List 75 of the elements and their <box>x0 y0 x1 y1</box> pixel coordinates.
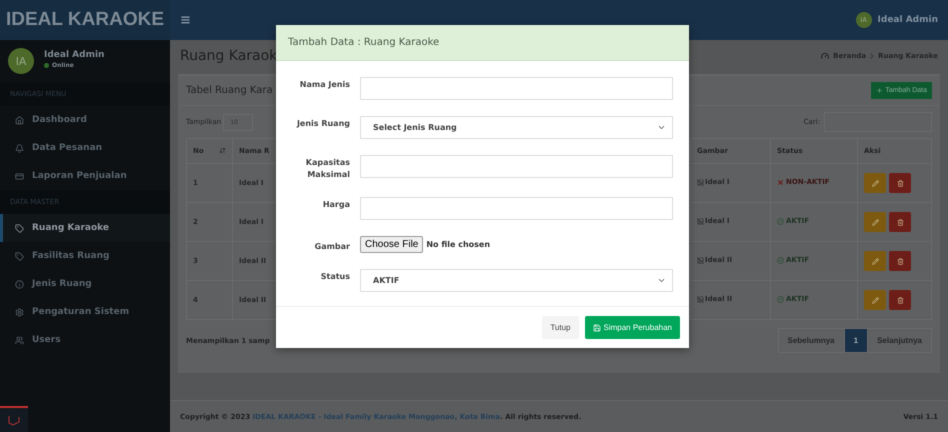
gear-icon <box>15 308 24 316</box>
users-icon <box>15 336 24 344</box>
choose-file-button[interactable]: Choose File <box>360 236 424 253</box>
chevron-right-icon <box>870 53 874 59</box>
modal-title: Tambah Data : Ruang Karaoke <box>288 37 440 48</box>
check-circle-icon <box>777 218 784 225</box>
trash-icon <box>896 180 904 186</box>
save-button[interactable]: Simpan Perubahan <box>584 316 680 339</box>
nav-item[interactable]: Users <box>0 326 170 354</box>
trash-icon <box>896 296 904 304</box>
edit-button[interactable] <box>864 173 886 193</box>
field-label: Status <box>320 271 350 283</box>
delete-button[interactable] <box>889 173 911 193</box>
select-field[interactable]: Select Jenis Ruang <box>360 116 673 139</box>
page-button[interactable]: 1 <box>844 328 868 353</box>
field-label: Nama Jenis <box>298 79 350 91</box>
user-name[interactable]: Ideal Admin <box>878 15 938 25</box>
input-field[interactable] <box>360 155 673 178</box>
broken-image-icon <box>697 256 704 264</box>
nav-item[interactable]: Fasilitas Ruang <box>0 242 170 270</box>
field-label: Jenis Ruang <box>296 118 350 130</box>
trash-icon <box>896 258 904 264</box>
plus-icon <box>876 87 884 94</box>
input-field[interactable] <box>360 197 673 220</box>
delete-button[interactable] <box>889 251 911 271</box>
nav-item[interactable]: Laporan Penjualan <box>0 162 170 190</box>
nav-item[interactable]: Jenis Ruang <box>0 270 170 298</box>
chevron-down-icon <box>657 276 666 285</box>
field-label: Kapasitas Maksimal <box>304 157 350 181</box>
broken-image-icon <box>697 218 704 225</box>
close-button[interactable]: Tutup <box>542 316 578 339</box>
app-logo[interactable] <box>0 406 28 432</box>
trash-icon <box>896 218 904 226</box>
cross-icon <box>777 178 784 186</box>
nav-item[interactable]: Ruang Karaoke <box>0 214 170 242</box>
online-dot-icon <box>44 63 49 68</box>
page-title: Ruang Karaok <box>180 48 278 64</box>
broken-image-icon <box>697 178 704 186</box>
sort-icon <box>219 147 226 154</box>
delete-button[interactable] <box>889 212 911 232</box>
user-name: Ideal Admin <box>44 50 104 60</box>
edit-button[interactable] <box>864 212 886 232</box>
nav-item[interactable]: Pengaturan Sistem <box>0 298 170 326</box>
page-button[interactable]: Selanjutnya <box>867 328 932 353</box>
pencil-icon <box>872 258 878 264</box>
bell-icon <box>15 144 24 152</box>
page-button[interactable]: Sebelumnya <box>778 328 845 353</box>
pencil-icon <box>872 218 878 226</box>
pencil-icon <box>872 180 878 186</box>
file-status: No file chosen <box>426 240 490 249</box>
edit-button[interactable] <box>864 290 886 310</box>
save-icon <box>592 324 600 332</box>
tag-icon <box>15 252 24 260</box>
nav-item[interactable]: Data Pesanan <box>0 134 170 162</box>
brand-logo[interactable]: IDEAL KARAOKE <box>0 0 170 40</box>
panel-title: Tabel Ruang Kara <box>186 85 273 96</box>
chevron-down-icon <box>657 123 666 132</box>
menu-toggle[interactable]: ≡ <box>180 12 191 28</box>
pencil-icon <box>872 296 878 304</box>
check-circle-icon <box>777 256 784 264</box>
dashboard-icon <box>821 52 830 60</box>
user-avatar: IA <box>8 48 34 74</box>
info-icon <box>15 280 24 288</box>
input-field[interactable] <box>360 77 673 100</box>
delete-button[interactable] <box>889 290 911 310</box>
check-circle-icon <box>777 296 784 303</box>
tag-icon <box>15 224 24 232</box>
field-label: Harga <box>322 199 350 211</box>
edit-button[interactable] <box>864 251 886 271</box>
home-icon <box>15 116 24 124</box>
select-field[interactable]: AKTIF <box>360 269 673 292</box>
broken-image-icon <box>697 296 704 303</box>
field-label: Gambar <box>314 241 350 253</box>
nav-item[interactable]: Dashboard <box>0 106 170 134</box>
card-icon <box>15 172 24 180</box>
